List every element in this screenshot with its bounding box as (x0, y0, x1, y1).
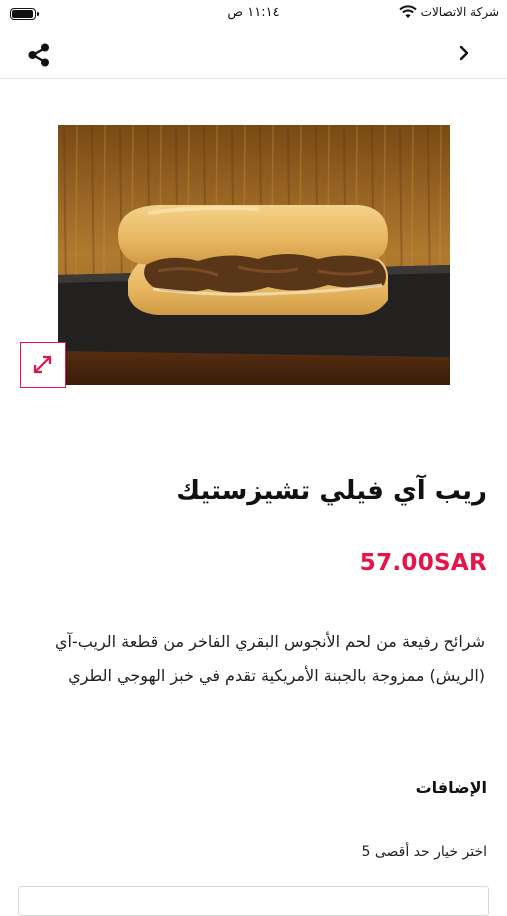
carrier-name: شركة الاتصالات (420, 5, 499, 19)
expand-image-button[interactable] (20, 342, 66, 388)
top-nav-bar (0, 28, 507, 79)
product-image-container[interactable] (58, 108, 450, 402)
share-button[interactable] (22, 38, 56, 72)
carrier-group: شركة الاتصالات (398, 5, 499, 19)
product-image (58, 125, 450, 385)
addons-hint: اختر خيار حد أقصى 5 (361, 844, 487, 860)
addons-heading: الإضافات (415, 778, 487, 797)
product-price: 57.00SAR (359, 550, 487, 576)
status-bar: ١١:١٤ ص شركة الاتصالات (0, 0, 507, 28)
back-button[interactable] (451, 40, 477, 66)
wifi-icon (398, 5, 417, 18)
chevron-icon (459, 45, 469, 61)
product-title: ريب آي فيلي تشيزستيك (176, 476, 487, 506)
addon-option-item[interactable] (18, 886, 489, 916)
product-description: شرائح رفيعة من لحم الأنجوس البقري الفاخر… (55, 632, 485, 685)
expand-icon (33, 355, 52, 374)
share-icon (28, 43, 49, 67)
